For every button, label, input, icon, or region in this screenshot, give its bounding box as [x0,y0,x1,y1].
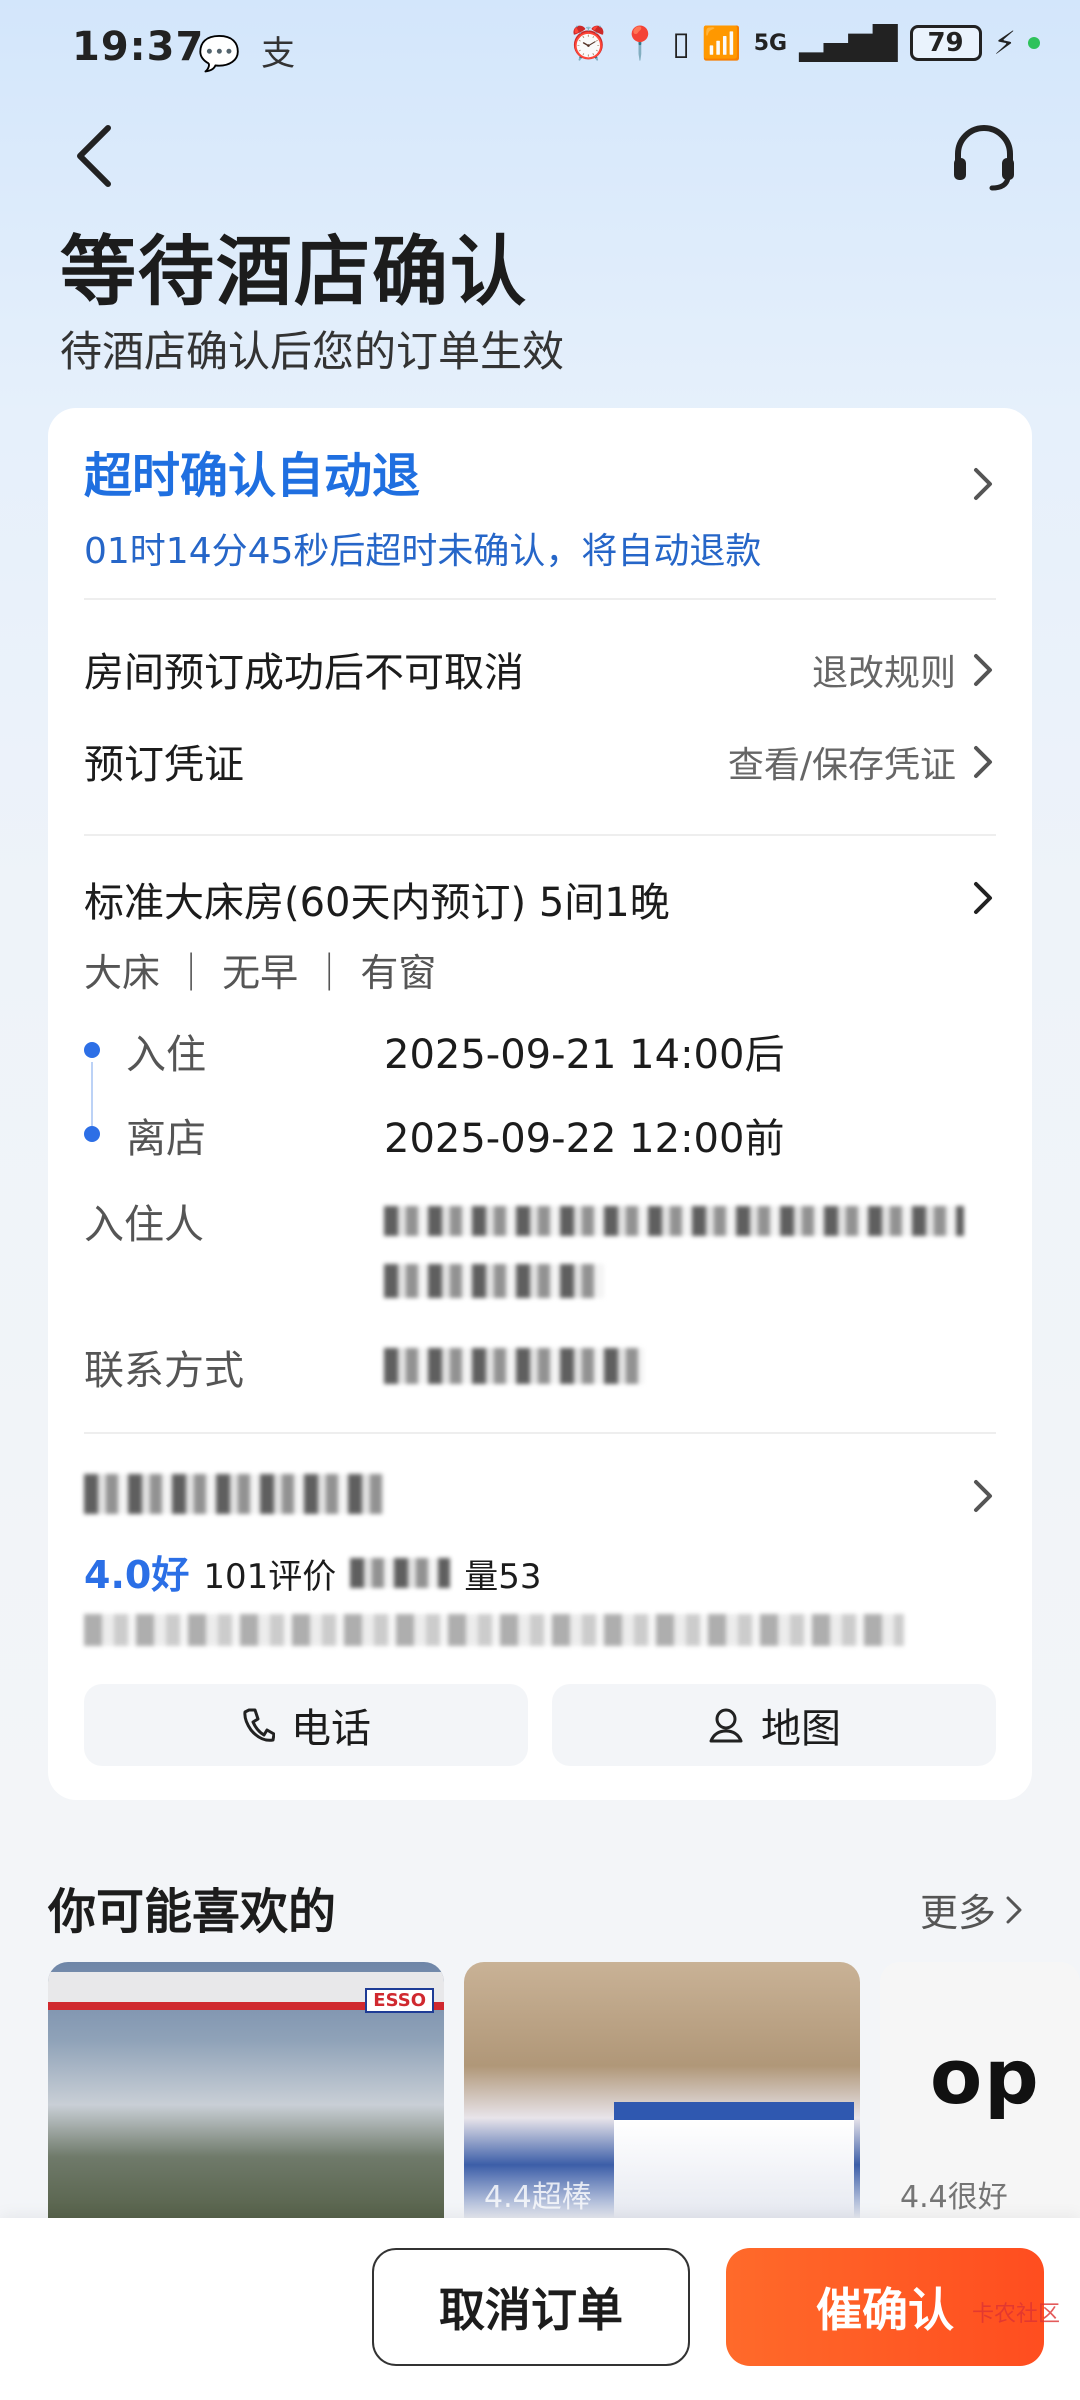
checkout-dot [84,1126,100,1142]
order-card: 超时确认自动退 01时14分45秒后超时未确认，将自动退款 房间预订成功后不可取… [48,408,1032,1800]
recommend-card-3-tag: 4.4很好 [900,2180,1008,2215]
vibrate-icon: ▯ [672,24,690,62]
bottom-action-bar: 取消订单 催确认 [0,2218,1080,2400]
hotel-section[interactable]: 4.0好 101评价 量53 [84,1468,996,1668]
voucher-link[interactable]: 查看/保存凭证 [728,736,956,788]
room-title-row[interactable]: 标准大床房(60天内预订) 5间1晚 [84,870,996,930]
phone-button[interactable]: 电话 [84,1684,528,1766]
status-time: 19:37 [72,24,205,70]
room-title: 标准大床房(60天内预订) 5间1晚 [84,880,670,926]
page-title: 等待酒店确认 [60,227,528,316]
wifi-icon: 📶 [701,24,742,62]
status-icons: ⏰ 📍 ▯ 📶 5G ▂▄▆█ 79 ⚡ [569,24,1040,62]
chevron-right-icon [974,746,992,778]
hotel-rating-row: 4.0好 101评价 量53 [84,1544,542,1599]
charging-icon: ⚡ [993,24,1016,62]
timeout-section[interactable]: 超时确认自动退 01时14分45秒后超时未确认，将自动退款 [84,436,996,572]
headset-icon [954,125,1014,191]
location-icon: 📍 [620,24,661,62]
hotel-reviews: 101评价 [203,1557,337,1597]
brand-logo: op [930,2032,1041,2121]
contact-label: 联系方式 [84,1348,244,1394]
hotel-sales: 量53 [464,1557,542,1597]
alarm-icon: ⏰ [568,24,609,62]
timeout-countdown: 01时14分45秒后超时未确认，将自动退款 [84,531,762,572]
checkin-label: 入住 [126,1032,206,1078]
contact-redacted [384,1348,644,1384]
network-label: 5G [753,30,788,56]
map-pin-icon [709,1708,743,1743]
hotel-name-redacted [84,1474,384,1514]
voucher-label: 预订凭证 [84,742,244,788]
alipay-icon: 支 [261,34,296,74]
hotel-address-redacted [84,1614,904,1646]
timeline-line [91,1062,93,1126]
watermark: 卡农社区 [971,2302,1060,2327]
recommend-card-2[interactable]: 4.4超棒 [464,1962,860,2222]
hotel-room-image [614,2102,854,2222]
contact-row: 联系方式 [84,1338,996,1398]
battery-indicator: 79 [909,25,982,61]
timeout-title: 超时确认自动退 [84,448,421,504]
checkout-value: 2025-09-22 12:00前 [384,1116,785,1162]
sales-redacted [350,1558,451,1588]
signal-icon: ▂▄▆█ [799,24,898,62]
chevron-right-icon [974,468,992,500]
chevron-right-icon [974,654,992,686]
divider [84,598,996,600]
recommend-card-3[interactable]: op 4.4很好 [880,1962,1080,2222]
status-bar: 19:37 💬 支 ⏰ 📍 ▯ 📶 5G ▂▄▆█ 79 ⚡ [0,0,1080,100]
notification-icons: 💬 支 [198,26,295,75]
map-label: 地图 [761,1706,841,1752]
hotel-rating: 4.0好 [84,1553,190,1597]
recommend-title: 你可能喜欢的 [48,1884,337,1940]
checkin-dot [84,1042,100,1058]
chevron-left-icon [77,125,111,187]
back-button[interactable] [66,118,126,194]
cancel-rules-link[interactable]: 退改规则 [812,644,956,696]
esso-logo: ESSO [365,1988,434,2013]
stay-dates: 入住 2025-09-21 14:00后 离店 2025-09-22 12:00… [84,1022,996,1202]
cancel-policy-text: 房间预订成功后不可取消 [84,650,524,696]
recommend-more-link[interactable]: 更多 [920,1882,1024,1937]
customer-service-button[interactable] [946,118,1022,194]
wechat-icon: 💬 [198,34,241,74]
phone-label: 电话 [291,1706,371,1752]
chevron-right-icon [974,1480,992,1512]
privacy-dot [1028,37,1040,49]
map-button[interactable]: 地图 [552,1684,996,1766]
chevron-right-icon [974,882,992,914]
phone-icon [243,1708,275,1742]
recommend-card-1[interactable]: ESSO [48,1962,444,2222]
hotel-actions: 电话 地图 [84,1684,996,1766]
recommend-card-2-tag: 4.4超棒 [484,2180,592,2215]
room-tags: 大床 ｜ 无早 ｜ 有窗 [84,951,437,995]
guest-label: 入住人 [84,1202,204,1248]
cancel-policy-row[interactable]: 房间预订成功后不可取消 退改规则 [84,640,996,700]
more-label: 更多 [919,1891,996,1935]
guest-row: 入住人 [84,1192,996,1322]
checkout-label: 离店 [126,1116,206,1162]
page-subtitle: 待酒店确认后您的订单生效 [60,327,565,376]
divider [84,1432,996,1434]
guest-names-redacted-2 [384,1264,604,1298]
cancel-order-button[interactable]: 取消订单 [372,2248,690,2366]
divider [84,834,996,836]
guest-names-redacted [384,1206,964,1236]
checkin-value: 2025-09-21 14:00后 [384,1032,785,1078]
chevron-right-icon [1006,1896,1022,1923]
voucher-row[interactable]: 预订凭证 查看/保存凭证 [84,732,996,792]
